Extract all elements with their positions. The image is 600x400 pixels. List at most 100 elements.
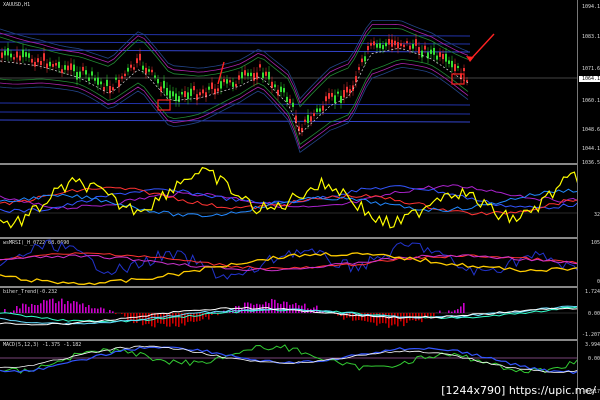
histogram-bar [394, 313, 396, 325]
histogram-bar [448, 310, 450, 313]
histogram-bar [37, 305, 39, 313]
histogram-bar [199, 313, 201, 321]
price-chart [0, 19, 578, 153]
histogram-bar [130, 313, 132, 320]
candle-body [292, 102, 294, 107]
oscillator-panel-1[interactable] [0, 165, 578, 237]
candle-body [88, 77, 90, 81]
candle-body [322, 105, 324, 111]
oscillator-panel-2[interactable]: wsMRSI(_H_0722 68.0690 [0, 239, 578, 286]
current-price-label: 1064.1 [579, 76, 600, 82]
channel-line [0, 111, 471, 115]
candle-body [25, 52, 27, 57]
candle-body [157, 79, 159, 84]
candle-body [151, 69, 153, 73]
histogram-bar [79, 304, 81, 313]
candle-body [76, 72, 78, 80]
candle-body [364, 56, 366, 62]
histogram-bar [154, 313, 156, 328]
histogram-bar [124, 313, 126, 317]
price-tick: 1083.1 [581, 34, 600, 40]
band-lower [0, 58, 469, 145]
candle-body [430, 49, 432, 54]
candle-body [385, 42, 387, 47]
candle-body [448, 60, 450, 64]
channel-line [0, 119, 471, 123]
histogram-bar [22, 303, 24, 313]
candle-body [43, 53, 45, 61]
histogram-bar [172, 313, 174, 324]
candle-body [244, 70, 246, 76]
histogram-bar [274, 299, 276, 313]
candle-body [127, 67, 129, 72]
histogram-bar [397, 313, 399, 327]
candle-body [160, 86, 162, 92]
candle-body [334, 95, 336, 104]
histogram-bar [91, 308, 93, 313]
histogram-bar [463, 302, 465, 313]
candle-body [85, 70, 87, 75]
candle-body [58, 61, 60, 68]
candle-body [202, 89, 204, 94]
candle-body [211, 82, 213, 89]
trend-panel[interactable]: biher_Trend(-0.232 [0, 288, 578, 339]
candle-body [91, 71, 93, 76]
candle-body [310, 116, 312, 122]
candle-body [412, 43, 414, 49]
candle-body [46, 63, 48, 69]
price-chart-panel[interactable]: XAUUSD,H1 [0, 0, 578, 163]
candle-body [415, 39, 417, 46]
candle-body [190, 88, 192, 96]
histogram-bar [109, 309, 111, 313]
watermark: [1244x790] https://upic.me/ [441, 384, 596, 397]
annotation-arrow [469, 33, 495, 61]
candle-body [418, 47, 420, 54]
band-lower [0, 62, 469, 149]
histogram-bar [364, 313, 366, 321]
candle-body [145, 67, 147, 74]
histogram-bar [73, 301, 75, 313]
histogram-bar [295, 302, 297, 313]
histogram-bar [271, 298, 273, 313]
histogram-bar [115, 313, 117, 315]
candle-body [346, 86, 348, 93]
candle-body [1, 52, 3, 58]
candle-body [388, 38, 390, 45]
candle-body [421, 50, 423, 58]
candle-body [250, 72, 252, 77]
histogram-bar [64, 304, 66, 313]
candle-body [367, 46, 369, 51]
candle-body [70, 63, 72, 70]
histogram-bar [457, 309, 459, 313]
candle-body [166, 87, 168, 96]
candle-body [52, 64, 54, 67]
histogram-bar [439, 310, 441, 313]
histogram-bar [196, 313, 198, 322]
candle-body [358, 67, 360, 70]
annotation-box [451, 73, 465, 85]
candle-body [247, 72, 249, 77]
histogram-bar [10, 312, 12, 313]
histogram-bar [190, 313, 192, 322]
candle-body [319, 108, 321, 112]
annotation-box [157, 99, 171, 111]
candle-body [223, 79, 225, 83]
price-axis[interactable]: 1094.1 1083.1 1071.6 1064.1 1060.1 1048.… [577, 0, 600, 400]
candle-body [4, 50, 6, 56]
candle-body [226, 79, 228, 84]
histogram-bar [31, 303, 33, 313]
candle-body [136, 58, 138, 64]
candle-body [34, 61, 36, 67]
histogram-bar [85, 307, 87, 313]
candle-body [325, 96, 327, 102]
histogram-bar [373, 313, 375, 323]
price-tick: 1094.1 [581, 4, 600, 10]
candle-body [433, 47, 435, 55]
candle-body [424, 45, 426, 50]
candle-body [139, 53, 141, 61]
candle-body [118, 79, 120, 88]
candle-body [49, 61, 51, 67]
candle-body [220, 81, 222, 89]
candle-body [94, 78, 96, 81]
candle-body [457, 65, 459, 69]
